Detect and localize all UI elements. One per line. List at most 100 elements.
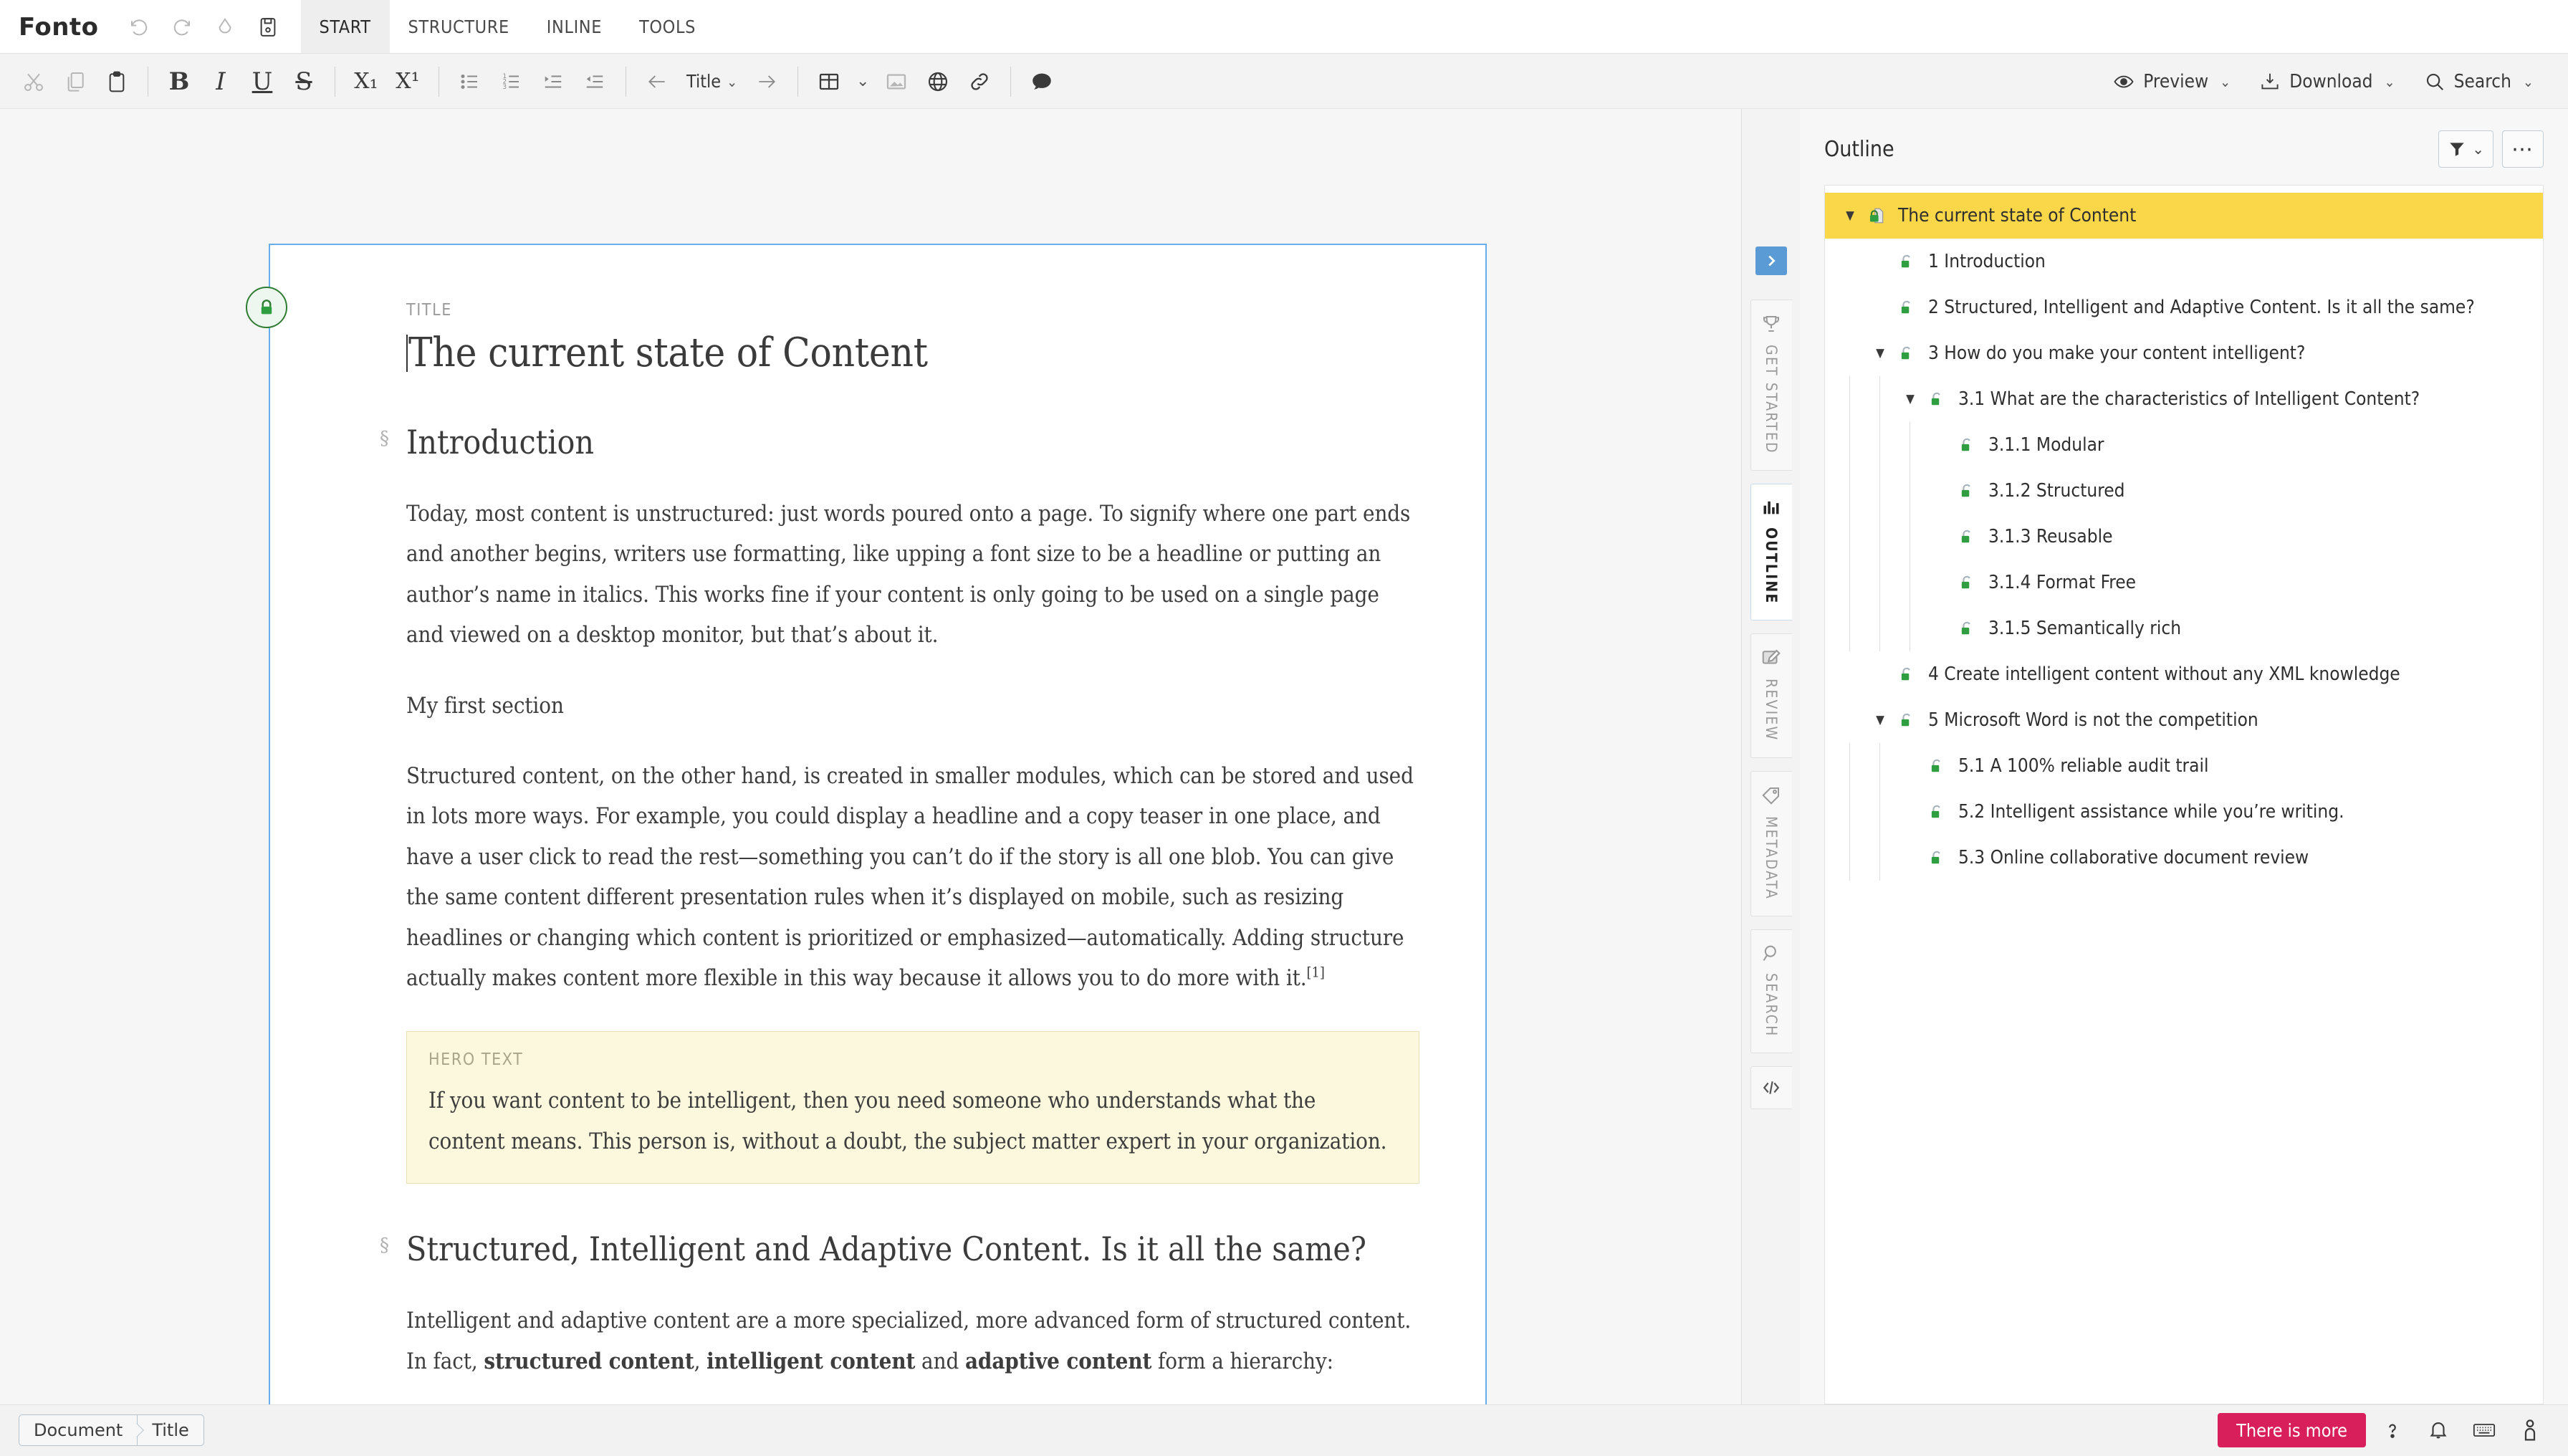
globe-icon[interactable] xyxy=(917,61,959,102)
document-lock-badge[interactable] xyxy=(246,287,287,328)
keyboard-icon[interactable] xyxy=(2465,1411,2504,1450)
there-is-more-button[interactable]: There is more xyxy=(2218,1413,2366,1447)
outline-item[interactable]: ▼1 Introduction xyxy=(1825,239,2543,284)
download-button[interactable]: Download ⌄ xyxy=(2245,61,2409,102)
filter-icon xyxy=(2450,143,2464,156)
document-pane[interactable]: TITLE The current state of Content § Int… xyxy=(0,109,1741,1404)
heading-structured-intelligent[interactable]: § Structured, Intelligent and Adaptive C… xyxy=(380,1228,1419,1270)
hero-text-block[interactable]: HERO TEXT If you want content to be inte… xyxy=(406,1031,1419,1184)
table-dropdown-chevron-icon[interactable]: ⌄ xyxy=(850,61,876,102)
link-icon[interactable] xyxy=(959,61,1000,102)
side-tab-search[interactable]: SEARCH xyxy=(1750,929,1792,1054)
paragraph-3[interactable]: Structured content, on the other hand, i… xyxy=(406,756,1419,998)
paragraph-4-part-d: and xyxy=(915,1348,965,1374)
tab-inline[interactable]: INLINE xyxy=(528,0,621,54)
outdent-icon[interactable] xyxy=(574,61,615,102)
outline-item[interactable]: ▼ 3 How do you make your content intellig… xyxy=(1825,330,2543,376)
table-icon[interactable] xyxy=(808,61,850,102)
paragraph-2[interactable]: My first section xyxy=(406,686,1419,726)
lock-icon xyxy=(1922,390,1951,408)
numbered-list-icon[interactable]: 123 xyxy=(491,61,532,102)
paragraph-4[interactable]: Intelligent and adaptive content are a m… xyxy=(406,1301,1419,1381)
side-tab-code[interactable] xyxy=(1750,1066,1792,1110)
bell-icon[interactable] xyxy=(2419,1411,2458,1450)
comment-icon[interactable] xyxy=(1021,61,1063,102)
help-icon[interactable] xyxy=(2373,1411,2412,1450)
section-mark: § xyxy=(380,1235,389,1257)
outline-item[interactable]: ▼3.1.5 Semantically rich xyxy=(1825,605,2543,651)
lock-icon xyxy=(1892,298,1921,317)
outline-item[interactable]: ▼ 5 Microsoft Word is not the competition xyxy=(1825,697,2543,743)
side-tab-outline[interactable]: OUTLINE xyxy=(1750,483,1792,621)
italic-button[interactable]: I xyxy=(200,61,241,102)
clear-formatting-icon[interactable] xyxy=(206,9,244,46)
side-tab-metadata[interactable]: METADATA xyxy=(1750,770,1792,916)
tree-twisty-open-icon[interactable]: ▼ xyxy=(1838,209,1862,223)
outline-item[interactable]: ▼5.3 Online collaborative document revie… xyxy=(1825,835,2543,881)
user-info-icon[interactable] xyxy=(2511,1411,2549,1450)
structure-nav-group: Title ⌄ xyxy=(636,61,787,102)
outline-item[interactable]: ▼4 Create intelligent content without an… xyxy=(1825,651,2543,697)
search-button[interactable]: Search ⌄ xyxy=(2410,61,2548,102)
lock-icon xyxy=(1953,482,1981,500)
tab-start[interactable]: START xyxy=(300,0,390,54)
breadcrumb[interactable]: Document Title xyxy=(19,1414,204,1446)
superscript-button[interactable]: X¹ xyxy=(387,61,428,102)
footnote-reference[interactable]: [1] xyxy=(1307,964,1325,981)
arrow-right-icon[interactable] xyxy=(746,61,787,102)
paragraph-1[interactable]: Today, most content is unstructured: jus… xyxy=(406,494,1419,656)
heading-introduction[interactable]: § Introduction xyxy=(380,421,1419,464)
redo-icon[interactable] xyxy=(163,9,201,46)
hero-text-label: HERO TEXT xyxy=(428,1050,524,1070)
page-title[interactable]: The current state of Content xyxy=(406,330,1419,377)
cut-icon[interactable] xyxy=(13,61,54,102)
outline-item[interactable]: ▼3.1.4 Format Free xyxy=(1825,560,2543,605)
collapse-panel-button[interactable] xyxy=(1755,246,1787,275)
preview-button[interactable]: Preview ⌄ xyxy=(2099,61,2245,102)
indent-icon[interactable] xyxy=(532,61,574,102)
tree-twisty-open-icon[interactable]: ▼ xyxy=(1868,346,1892,360)
breadcrumb-item-title[interactable]: Title xyxy=(138,1415,203,1445)
outline-more-button[interactable]: ⋯ xyxy=(2502,130,2544,168)
bold-button[interactable]: B xyxy=(158,61,200,102)
structure-dropdown[interactable]: Title ⌄ xyxy=(678,61,746,102)
outline-item[interactable]: ▼ The current state of Content xyxy=(1825,193,2543,239)
arrow-left-icon[interactable] xyxy=(636,61,678,102)
outline-item-label: 5.3 Online collaborative document review xyxy=(1958,847,2309,868)
outline-item[interactable]: ▼5.2 Intelligent assistance while you’re… xyxy=(1825,789,2543,835)
insert-group: ⌄ xyxy=(808,61,1000,102)
bullet-list-icon[interactable] xyxy=(449,61,491,102)
tree-guide-line xyxy=(1879,376,1880,422)
paragraph-3-text: Structured content, on the other hand, i… xyxy=(406,762,1414,992)
tab-tools[interactable]: TOOLS xyxy=(621,0,714,54)
copy-icon[interactable] xyxy=(54,61,96,102)
outline-item[interactable]: ▼3.1.3 Reusable xyxy=(1825,514,2543,560)
outline-item[interactable]: ▼2 Structured, Intelligent and Adaptive … xyxy=(1825,284,2543,330)
outline-item[interactable]: ▼3.1.2 Structured xyxy=(1825,468,2543,514)
breadcrumb-item-document[interactable]: Document xyxy=(19,1415,137,1445)
outline-item[interactable]: ▼3.1.1 Modular xyxy=(1825,422,2543,468)
document-page[interactable]: TITLE The current state of Content § Int… xyxy=(269,244,1487,1404)
svg-text:3: 3 xyxy=(503,84,507,91)
lock-icon xyxy=(1922,803,1951,821)
side-tab-get-started[interactable]: GET STARTED xyxy=(1750,300,1792,471)
paste-icon[interactable] xyxy=(96,61,138,102)
save-icon[interactable] xyxy=(249,9,287,46)
list-group: 123 xyxy=(449,61,615,102)
strikethrough-button[interactable]: S xyxy=(283,61,325,102)
tag-icon xyxy=(1762,787,1779,805)
tree-twisty-open-icon[interactable]: ▼ xyxy=(1868,713,1892,727)
outline-tree[interactable]: ▼The current state of Content▼1 Introduc… xyxy=(1824,185,2544,1404)
tab-structure[interactable]: STRUCTURE xyxy=(390,0,528,54)
hero-text-body[interactable]: If you want content to be intelligent, t… xyxy=(428,1081,1397,1162)
outline-filter-button[interactable]: ⌄ xyxy=(2438,130,2493,168)
undo-icon[interactable] xyxy=(120,9,158,46)
formatting-toolbar: B I U S X₁ X¹ 123 Title ⌄ ⌄ Preview ⌄ Do… xyxy=(0,54,2568,109)
image-icon[interactable] xyxy=(876,61,917,102)
underline-button[interactable]: U xyxy=(241,61,283,102)
side-tab-review[interactable]: REVIEW xyxy=(1750,633,1792,758)
tree-twisty-open-icon[interactable]: ▼ xyxy=(1898,392,1922,406)
outline-item[interactable]: ▼5.1 A 100% reliable audit trail xyxy=(1825,743,2543,789)
subscript-button[interactable]: X₁ xyxy=(345,61,387,102)
outline-item[interactable]: ▼ 3.1 What are the characteristics of Int… xyxy=(1825,376,2543,422)
